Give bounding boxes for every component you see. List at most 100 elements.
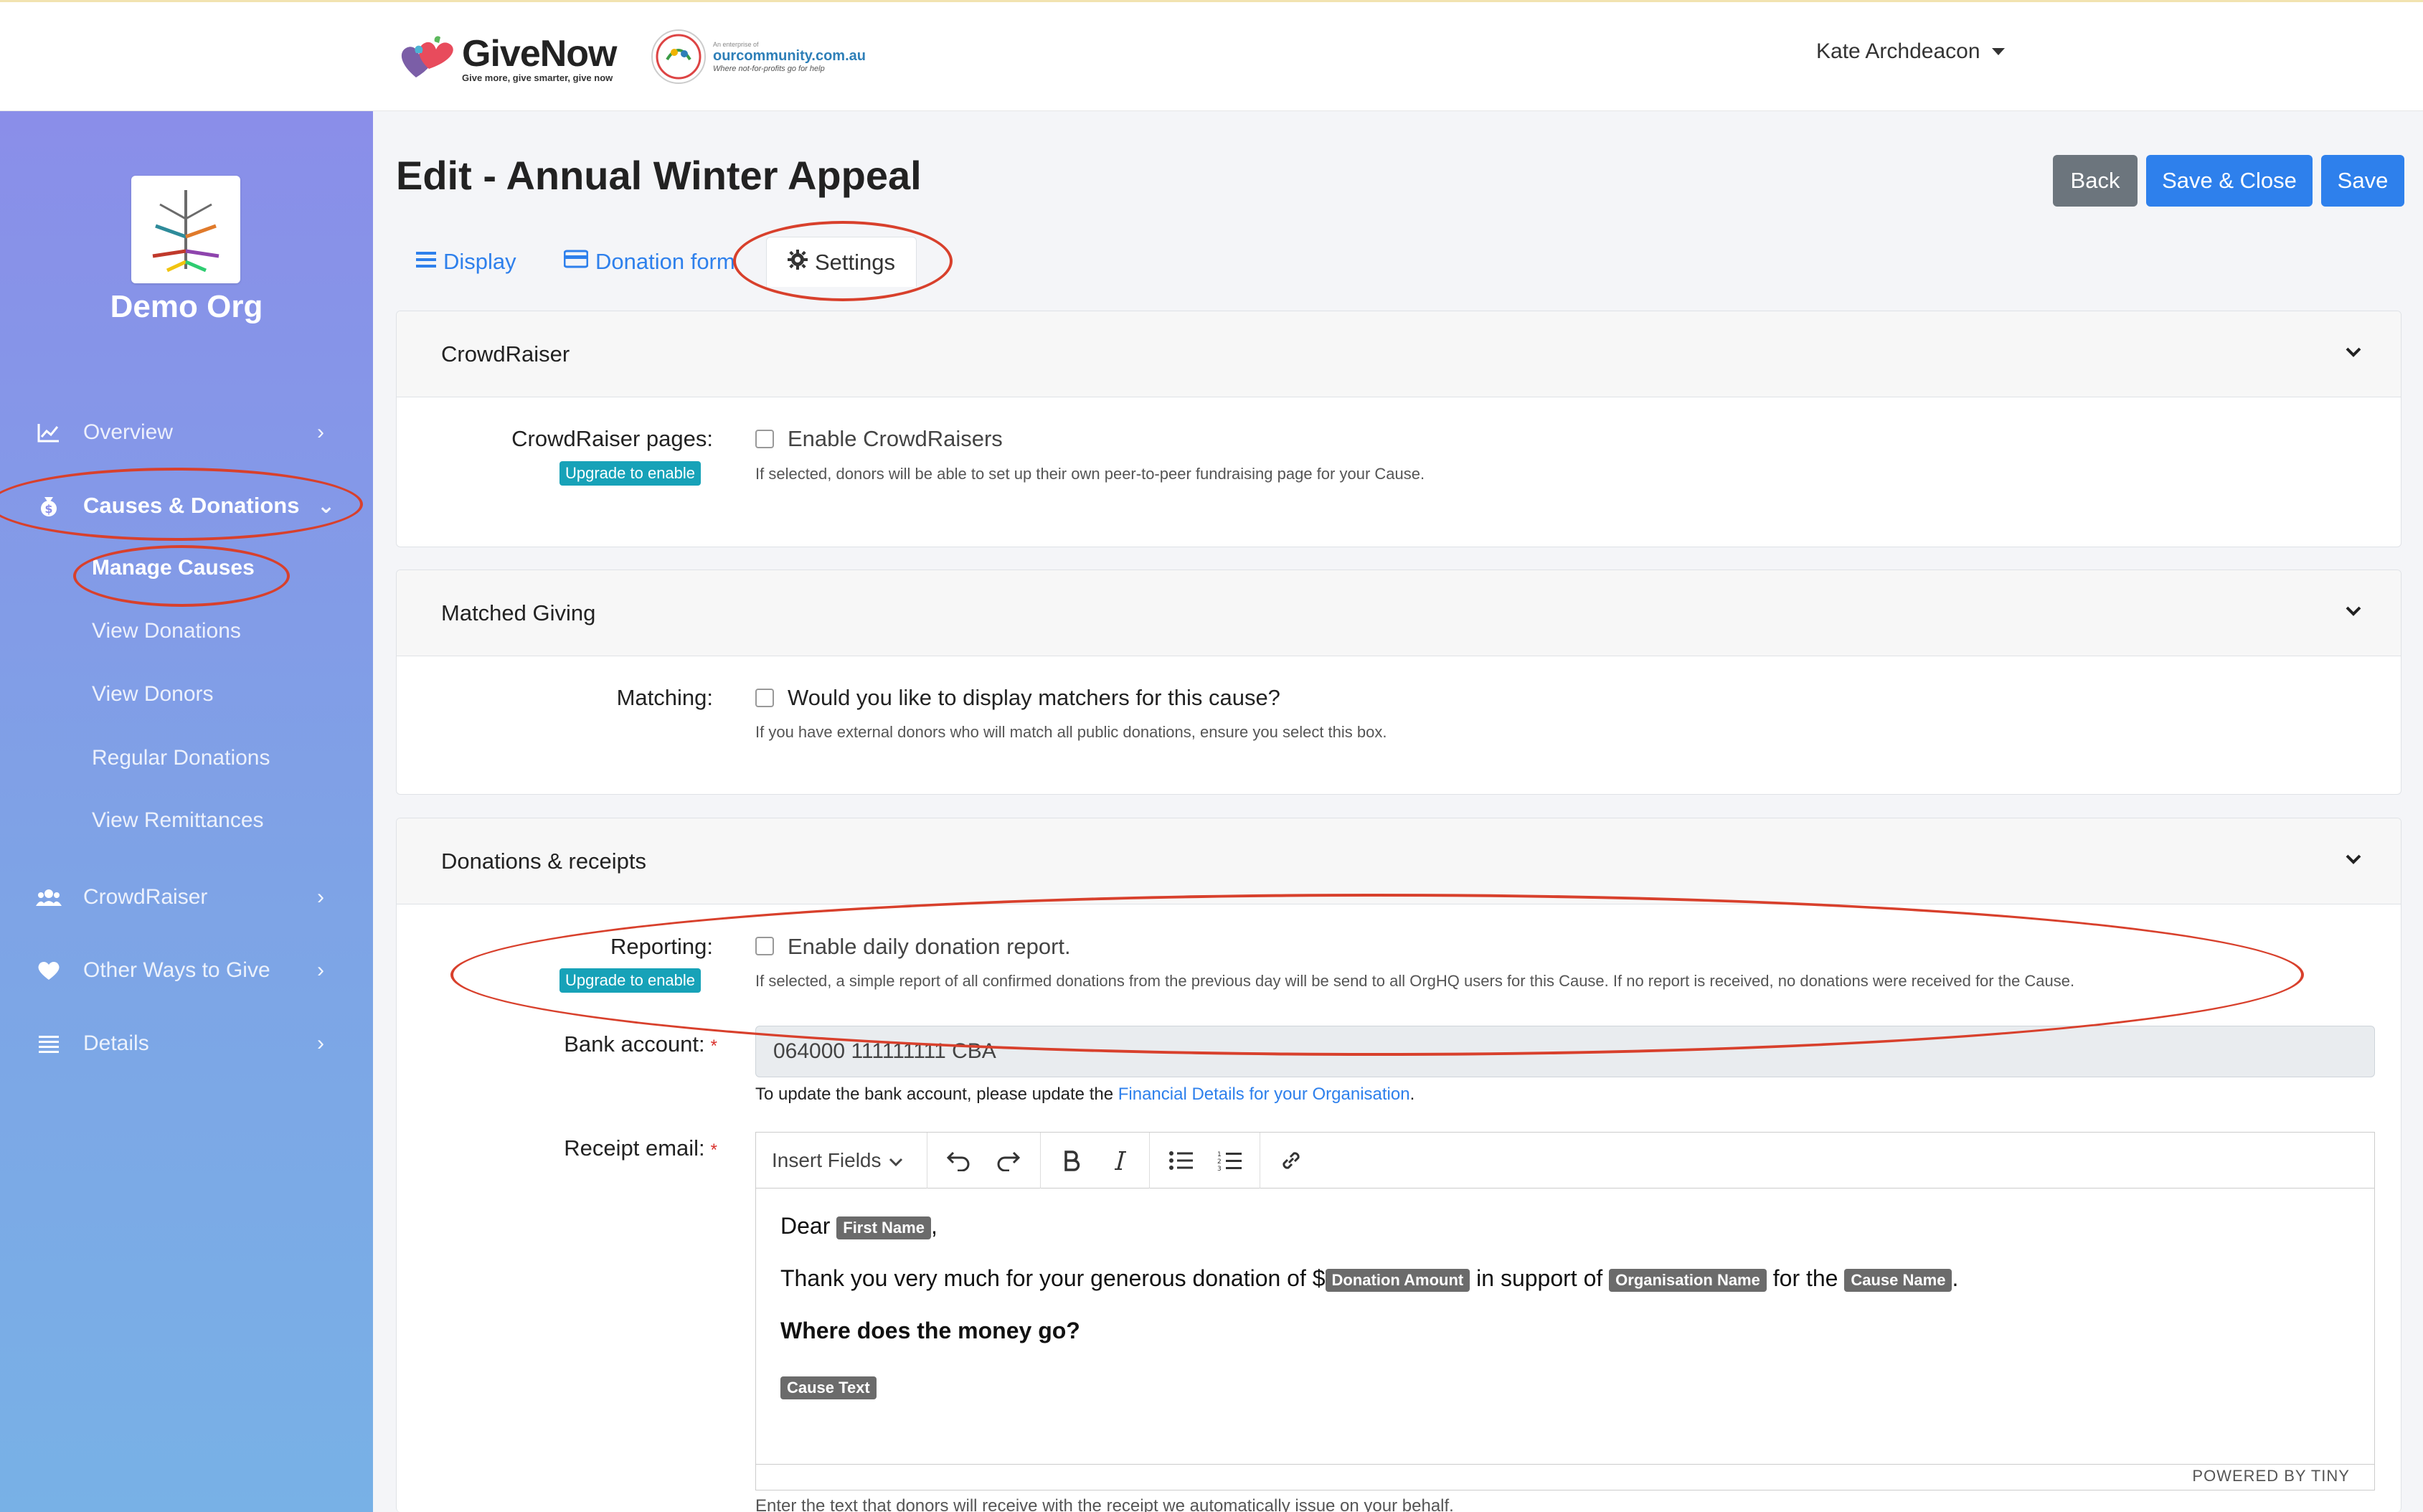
insert-link-button[interactable] bbox=[1270, 1133, 1313, 1189]
org-tree-icon bbox=[152, 190, 219, 273]
italic-button[interactable] bbox=[1099, 1133, 1142, 1189]
chevron-right-icon: › bbox=[317, 1031, 324, 1055]
card-title: CrowdRaiser bbox=[441, 341, 570, 367]
save-close-button[interactable]: Save & Close bbox=[2146, 155, 2313, 207]
required-marker: * bbox=[710, 1036, 717, 1056]
givenow-tagline: Give more, give smarter, give now bbox=[462, 72, 613, 83]
redo-button[interactable] bbox=[987, 1133, 1030, 1189]
list-icon bbox=[416, 250, 436, 274]
chevron-right-icon: › bbox=[317, 885, 324, 909]
chart-line-icon bbox=[36, 420, 62, 445]
crowdraiser-card-header[interactable]: CrowdRaiser bbox=[397, 311, 2401, 397]
undo-button[interactable] bbox=[937, 1133, 980, 1189]
editor-heading: Where does the money go? bbox=[780, 1318, 1080, 1343]
greeting-text: Dear bbox=[780, 1213, 837, 1239]
daily-report-label[interactable]: Enable daily donation report. bbox=[788, 934, 1071, 960]
bank-account-label: Bank account: * bbox=[502, 1031, 717, 1057]
upgrade-badge[interactable]: Upgrade to enable bbox=[559, 461, 702, 486]
powered-by-tiny[interactable]: POWERED BY TINY bbox=[2192, 1467, 2350, 1485]
svg-text:$: $ bbox=[44, 502, 52, 516]
sidebar-item-other-ways[interactable]: Other Ways to Give › bbox=[0, 942, 373, 999]
givenow-hearts-icon bbox=[395, 27, 458, 90]
top-navbar: GiveNow Give more, give smarter, give no… bbox=[0, 0, 2423, 111]
reporting-label: Reporting: bbox=[610, 934, 713, 959]
givenow-logo[interactable]: GiveNow Give more, give smarter, give no… bbox=[395, 27, 617, 91]
back-button[interactable]: Back bbox=[2053, 155, 2138, 207]
sidebar-subitem-regular-donations[interactable]: Regular Donations bbox=[92, 746, 270, 770]
org-name: Demo Org bbox=[110, 289, 263, 324]
tab-label: Settings bbox=[814, 249, 895, 275]
svg-text:3: 3 bbox=[1217, 1166, 1222, 1171]
crowdraiser-help-text: If selected, donors will be able to set … bbox=[755, 465, 1425, 483]
thanks-text-mid: for the bbox=[1766, 1265, 1845, 1291]
sidebar-item-overview[interactable]: Overview › bbox=[0, 404, 373, 461]
matching-help-text: If you have external donors who will mat… bbox=[755, 723, 1387, 741]
editor-statusbar: POWERED BY TINY bbox=[756, 1464, 2374, 1490]
partner-tagline: Where not-for-profits go for help bbox=[713, 64, 825, 73]
caret-down-icon bbox=[1991, 48, 2005, 55]
italic-icon bbox=[1115, 1151, 1126, 1170]
sidebar-item-details[interactable]: Details › bbox=[0, 1015, 373, 1072]
chevron-down-icon: ⌄ bbox=[317, 493, 336, 518]
sidebar-item-label: CrowdRaiser bbox=[83, 885, 208, 909]
donations-receipts-card-header[interactable]: Donations & receipts bbox=[397, 818, 2401, 904]
bullet-list-button[interactable] bbox=[1159, 1133, 1202, 1189]
financial-details-link[interactable]: Financial Details for your Organisation bbox=[1118, 1085, 1410, 1104]
matched-giving-card-header[interactable]: Matched Giving bbox=[397, 570, 2401, 656]
merge-tag-organisation-name[interactable]: Organisation Name bbox=[1609, 1268, 1767, 1292]
editor-line-thanks: Thank you very much for your generous do… bbox=[780, 1265, 1958, 1292]
sidebar-subitem-manage-causes[interactable]: Manage Causes bbox=[92, 556, 255, 580]
sidebar-subitem-view-remittances[interactable]: View Remittances bbox=[92, 808, 264, 833]
insert-fields-dropdown[interactable]: Insert Fields bbox=[772, 1133, 903, 1189]
daily-report-checkbox[interactable] bbox=[755, 937, 774, 955]
merge-tag-first-name[interactable]: First Name bbox=[836, 1216, 931, 1239]
numbered-list-button[interactable]: 123 bbox=[1208, 1133, 1251, 1189]
user-menu-dropdown[interactable]: Kate Archdeacon bbox=[1816, 39, 2005, 64]
editor-content[interactable]: Dear First Name, Thank you very much for… bbox=[780, 1213, 1958, 1399]
editor-line-greeting: Dear First Name, bbox=[780, 1213, 1958, 1239]
partner-prefix: An enterprise of bbox=[713, 40, 759, 48]
sidebar-item-causes-donations[interactable]: $ Causes & Donations ⌄ bbox=[0, 477, 373, 534]
ourcommunity-logo[interactable]: An enterprise of ourcommunity.com.au Whe… bbox=[651, 29, 866, 84]
tab-label: Display bbox=[443, 249, 516, 274]
chevron-down-icon bbox=[2345, 599, 2362, 622]
merge-tag-donation-amount[interactable]: Donation Amount bbox=[1325, 1268, 1470, 1292]
sidebar-item-crowdraiser[interactable]: CrowdRaiser › bbox=[0, 869, 373, 926]
enable-crowdraisers-label[interactable]: Enable CrowdRaisers bbox=[788, 426, 1003, 452]
bank-help-prefix: To update the bank account, please updat… bbox=[755, 1085, 1118, 1104]
sidebar-item-label: Causes & Donations bbox=[83, 493, 300, 518]
receipt-email-label: Receipt email: * bbox=[502, 1135, 717, 1161]
chevron-right-icon: › bbox=[317, 958, 324, 982]
merge-tag-cause-text[interactable]: Cause Text bbox=[780, 1376, 877, 1399]
bank-account-field: 064000 111111111 CBA bbox=[755, 1026, 2375, 1077]
svg-text:1: 1 bbox=[1217, 1151, 1222, 1158]
chevron-down-icon bbox=[889, 1149, 903, 1172]
money-bag-icon: $ bbox=[36, 493, 62, 519]
list-icon bbox=[36, 1031, 62, 1057]
sidebar-subitem-view-donors[interactable]: View Donors bbox=[92, 682, 214, 707]
ourcommunity-emblem-icon bbox=[651, 29, 706, 84]
sidebar-item-label: Other Ways to Give bbox=[83, 958, 270, 982]
tab-display[interactable]: Display bbox=[416, 237, 516, 287]
partner-name: ourcommunity.com.au bbox=[713, 47, 866, 64]
card-title: Matched Giving bbox=[441, 600, 596, 625]
gear-icon bbox=[787, 249, 808, 275]
tab-donation-form[interactable]: Donation form bbox=[563, 237, 735, 287]
reporting-help-text: If selected, a simple report of all conf… bbox=[755, 972, 2075, 990]
sidebar-subitem-view-donations[interactable]: View Donations bbox=[92, 619, 241, 643]
org-logo bbox=[131, 176, 240, 283]
upgrade-badge[interactable]: Upgrade to enable bbox=[559, 968, 702, 993]
save-button[interactable]: Save bbox=[2321, 155, 2404, 207]
sidebar-item-label: Details bbox=[83, 1031, 149, 1055]
bold-icon bbox=[1064, 1150, 1080, 1171]
editor-toolbar: Insert Fields 123 bbox=[756, 1133, 2374, 1189]
merge-tag-cause-name[interactable]: Cause Name bbox=[1844, 1268, 1952, 1292]
bold-button[interactable] bbox=[1050, 1133, 1093, 1189]
display-matchers-label[interactable]: Would you like to display matchers for t… bbox=[788, 685, 1280, 711]
enable-crowdraisers-checkbox[interactable] bbox=[755, 430, 774, 448]
display-matchers-checkbox[interactable] bbox=[755, 689, 774, 707]
user-name: Kate Archdeacon bbox=[1816, 39, 1980, 63]
required-marker: * bbox=[710, 1140, 717, 1160]
tab-settings[interactable]: Settings bbox=[766, 237, 917, 287]
users-icon bbox=[36, 884, 62, 910]
